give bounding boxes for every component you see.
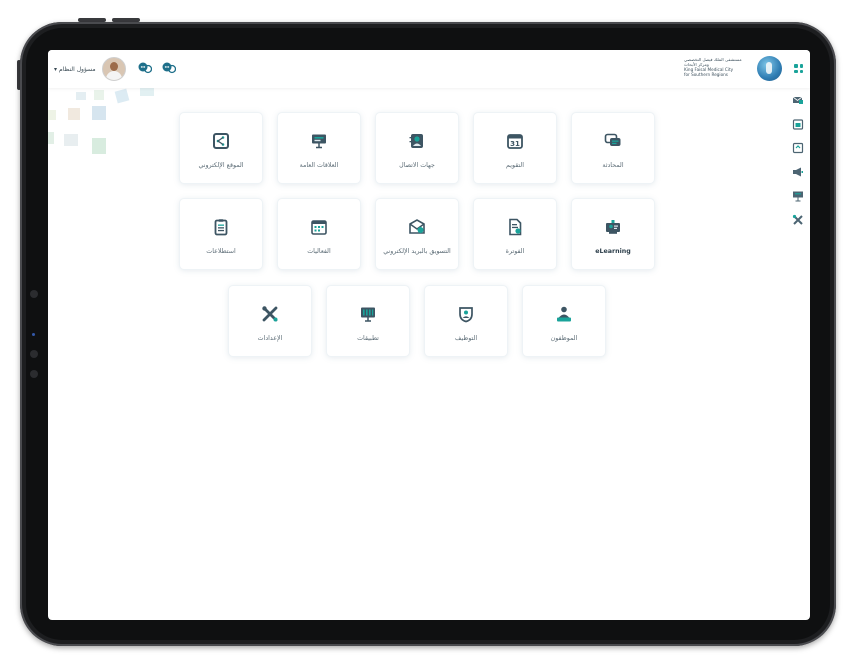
tile-settings[interactable]: الإعدادات bbox=[228, 285, 312, 357]
tile-invoice[interactable]: الفوترة bbox=[473, 198, 557, 270]
recruitment-icon bbox=[459, 307, 473, 323]
elearning-icon bbox=[606, 220, 620, 234]
chat-bubbles-icon bbox=[604, 133, 621, 146]
camera-dot-2 bbox=[32, 333, 35, 336]
tile-elearning[interactable]: eLearning bbox=[571, 198, 655, 270]
tools-icon bbox=[262, 306, 278, 322]
camera-dot-3 bbox=[30, 350, 38, 358]
tile-public-relations[interactable]: العلاقات العامة bbox=[277, 112, 361, 184]
app-screen: ▾ مسؤول النظام مستشفى الملك فيصل التخصصي… bbox=[48, 50, 810, 620]
tile-label: التسويق بالبريد الإلكتروني bbox=[383, 248, 451, 255]
tile-label: الموقع الإلكتروني bbox=[198, 162, 244, 169]
tile-calendar[interactable]: 31 التقويم bbox=[473, 112, 557, 184]
clipboard-icon bbox=[214, 219, 228, 236]
presentation-board-icon bbox=[312, 134, 326, 149]
invoice-icon bbox=[509, 218, 522, 236]
tile-label: الموظفون bbox=[550, 335, 578, 342]
tile-label: الفوترة bbox=[505, 248, 525, 255]
tile-label: الإعدادات bbox=[257, 335, 283, 342]
camera-dot-4 bbox=[30, 370, 38, 378]
tile-events[interactable]: الفعاليات bbox=[277, 198, 361, 270]
tile-label: جهات الاتصال bbox=[399, 162, 435, 169]
apps-monitor-icon bbox=[361, 307, 375, 322]
tile-chat[interactable]: المحادثة bbox=[571, 112, 655, 184]
tile-label: تطبيقات bbox=[357, 335, 379, 342]
svg-text:31: 31 bbox=[510, 140, 520, 148]
tile-employees[interactable]: الموظفون bbox=[522, 285, 606, 357]
tile-label: الفعاليات bbox=[307, 248, 331, 255]
email-marketing-icon bbox=[409, 219, 425, 234]
tile-email-marketing[interactable]: التسويق بالبريد الإلكتروني bbox=[375, 198, 459, 270]
events-calendar-icon bbox=[311, 220, 327, 235]
tile-label: التقويم bbox=[506, 162, 524, 169]
tile-label: التوظيف bbox=[454, 335, 478, 342]
tile-apps[interactable]: تطبيقات bbox=[326, 285, 410, 357]
tile-label: العلاقات العامة bbox=[299, 162, 339, 169]
tile-label: eLearning bbox=[595, 248, 631, 255]
employees-icon bbox=[557, 306, 571, 322]
tile-website[interactable]: الموقع الإلكتروني bbox=[179, 112, 263, 184]
tile-recruitment[interactable]: التوظيف bbox=[424, 285, 508, 357]
tile-surveys[interactable]: استطلاعات bbox=[179, 198, 263, 270]
contacts-icon bbox=[409, 134, 423, 148]
share-screen-icon bbox=[213, 133, 229, 149]
tile-contacts[interactable]: جهات الاتصال bbox=[375, 112, 459, 184]
tile-label: المحادثة bbox=[602, 162, 624, 169]
calendar-icon: 31 bbox=[507, 134, 523, 149]
app-tiles-grid: الموقع الإلكتروني العلاقات العامة جهات ا… bbox=[48, 50, 810, 620]
tile-label: استطلاعات bbox=[206, 248, 236, 255]
camera-dot-1 bbox=[30, 290, 38, 298]
